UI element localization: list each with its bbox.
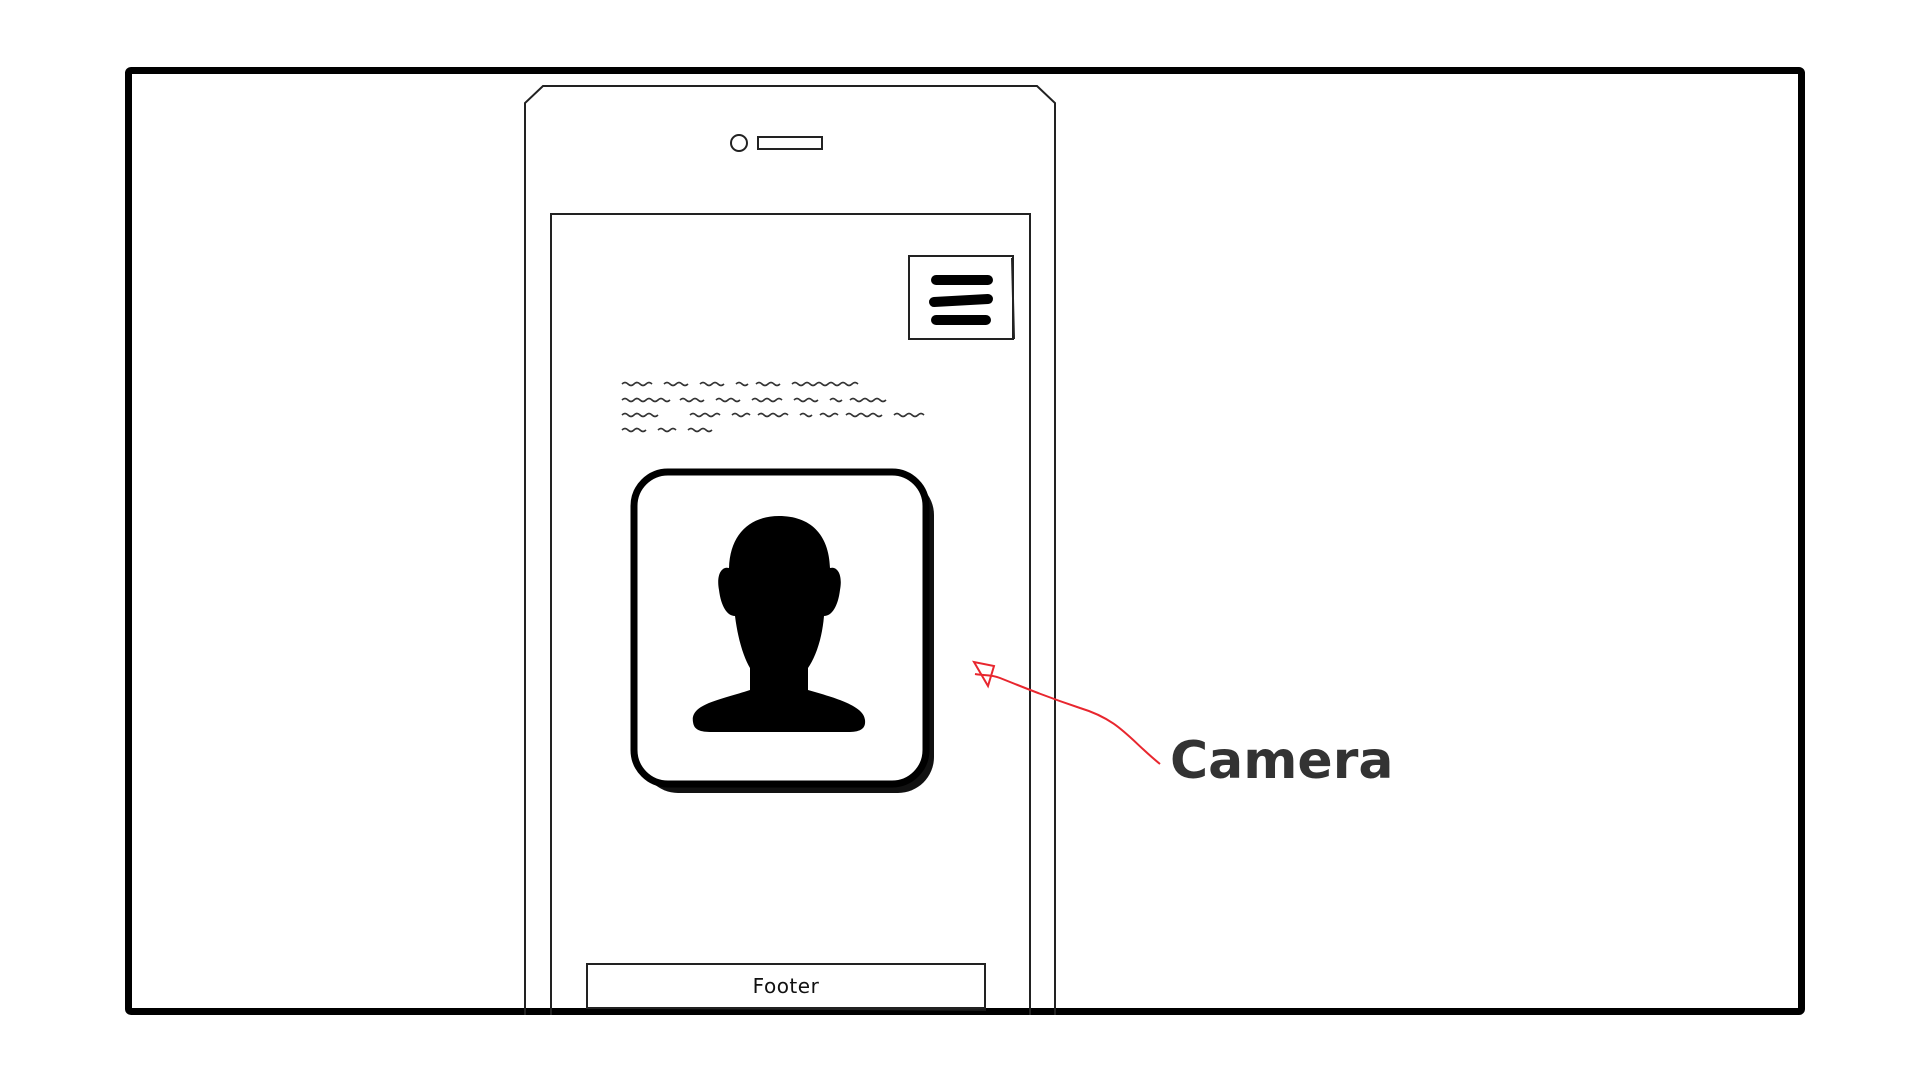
placeholder-line <box>621 427 713 433</box>
placeholder-line <box>621 412 925 418</box>
wireframe-canvas <box>524 85 1161 1015</box>
annotation-arrow <box>972 660 1161 765</box>
footer-label: Footer <box>752 974 820 998</box>
avatar-tile[interactable] <box>630 468 934 793</box>
phone-speaker <box>757 136 823 150</box>
placeholder-line <box>621 397 887 403</box>
phone-front-camera <box>730 134 748 152</box>
menu-button[interactable] <box>908 255 1015 340</box>
placeholder-text-block <box>621 381 925 433</box>
camera-annotation-label: Camera <box>1170 731 1394 791</box>
placeholder-line <box>621 381 859 387</box>
